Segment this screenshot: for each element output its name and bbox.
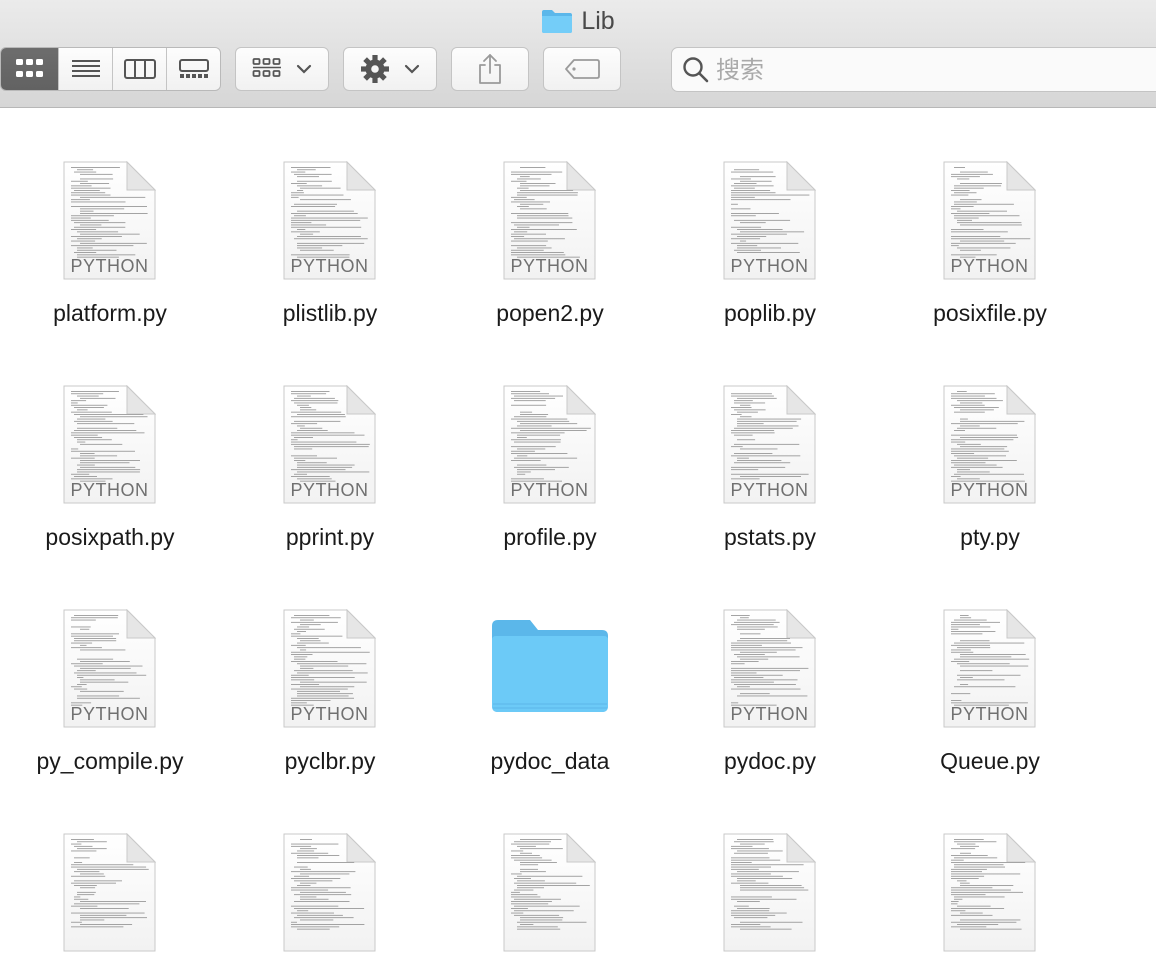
file-name-label: poplib.py — [723, 300, 817, 326]
file-item[interactable]: PYTHON platform.py — [0, 108, 220, 326]
file-name-label: pty.py — [960, 524, 1020, 550]
file-name-label: pstats.py — [723, 524, 817, 550]
file-item[interactable]: PYTHON Queue.py — [880, 556, 1100, 774]
python-badge: PYTHON — [510, 256, 589, 276]
file-item[interactable]: PYTHON pstats.py — [660, 332, 880, 550]
file-name-label: platform.py — [53, 300, 167, 326]
finder-toolbar: Lib — [0, 0, 1156, 108]
file-name-label: posixpath.py — [45, 524, 175, 550]
python-badge: PYTHON — [70, 704, 149, 724]
file-name-label: profile.py — [503, 524, 597, 550]
file-item[interactable] — [0, 780, 220, 980]
python-badge: PYTHON — [950, 256, 1029, 276]
icon-view-button[interactable] — [1, 48, 58, 90]
file-item[interactable]: PYTHON pydoc.py — [660, 556, 880, 774]
python-file-icon — [503, 833, 596, 952]
view-mode-control — [0, 47, 221, 91]
python-badge: PYTHON — [950, 704, 1029, 724]
file-name-label: popen2.py — [496, 300, 604, 326]
file-name-label: pydoc_data — [490, 748, 610, 774]
python-file-icon — [943, 833, 1036, 952]
file-item[interactable]: PYTHON popen2.py — [440, 108, 660, 326]
file-item[interactable]: PYTHON poplib.py — [660, 108, 880, 326]
tag-button[interactable] — [543, 47, 621, 91]
python-file-icon — [63, 833, 156, 952]
python-badge: PYTHON — [290, 704, 369, 724]
python-badge: PYTHON — [290, 256, 369, 276]
action-button[interactable] — [343, 47, 437, 91]
python-badge: PYTHON — [510, 480, 589, 500]
search-input[interactable] — [716, 55, 1136, 84]
python-badge: PYTHON — [70, 480, 149, 500]
window-title: Lib — [0, 6, 1156, 36]
python-file-icon — [723, 833, 816, 952]
icon-view-icon — [15, 59, 43, 77]
file-name-label: pyclbr.py — [284, 748, 376, 774]
list-view-button[interactable] — [58, 48, 112, 90]
column-view-icon — [123, 59, 156, 79]
file-name-label: posixfile.py — [933, 300, 1047, 326]
gallery-view-button[interactable] — [166, 48, 220, 90]
file-name-label: pydoc.py — [723, 748, 817, 774]
python-badge: PYTHON — [290, 480, 369, 500]
python-badge: PYTHON — [70, 256, 149, 276]
python-badge: PYTHON — [730, 480, 809, 500]
folder-icon — [542, 10, 573, 33]
python-badge: PYTHON — [730, 256, 809, 276]
file-grid: PYTHON platform.py PYTHON plistlib.py PYTHON… — [0, 108, 1156, 952]
file-item[interactable]: PYTHON pty.py — [880, 332, 1100, 550]
file-item[interactable]: PYTHON profile.py — [440, 332, 660, 550]
share-button[interactable] — [451, 47, 529, 91]
file-name-label: Queue.py — [940, 748, 1040, 774]
file-name-label: pprint.py — [285, 524, 375, 550]
file-item[interactable]: PYTHON pyclbr.py — [220, 556, 440, 774]
list-view-icon — [71, 60, 100, 77]
search-icon — [683, 56, 709, 82]
file-item[interactable] — [660, 780, 880, 980]
gallery-view-icon — [178, 59, 209, 78]
python-badge: PYTHON — [950, 480, 1029, 500]
column-view-button[interactable] — [112, 48, 166, 90]
file-item[interactable]: PYTHON py_compile.py — [0, 556, 220, 774]
folder-item[interactable]: pydoc_data — [440, 556, 660, 774]
python-file-icon — [283, 833, 376, 952]
file-name-label: plistlib.py — [282, 300, 378, 326]
file-item[interactable] — [220, 780, 440, 980]
file-item[interactable]: PYTHON posixpath.py — [0, 332, 220, 550]
share-icon — [479, 54, 501, 84]
chevron-down-icon — [296, 64, 312, 74]
folder-icon — [492, 620, 608, 712]
file-item[interactable]: PYTHON pprint.py — [220, 332, 440, 550]
grid-icon — [252, 58, 281, 77]
file-item[interactable]: PYTHON posixfile.py — [880, 108, 1100, 326]
gear-icon — [361, 55, 389, 83]
tag-icon — [565, 59, 600, 79]
python-badge: PYTHON — [730, 704, 809, 724]
group-by-button[interactable] — [235, 47, 329, 91]
file-name-label: py_compile.py — [36, 748, 184, 774]
search-field[interactable] — [671, 47, 1156, 92]
file-item[interactable] — [440, 780, 660, 980]
file-item[interactable]: PYTHON plistlib.py — [220, 108, 440, 326]
chevron-down-icon — [404, 64, 420, 74]
window-title-text: Lib — [581, 6, 615, 35]
file-item[interactable] — [880, 780, 1100, 980]
